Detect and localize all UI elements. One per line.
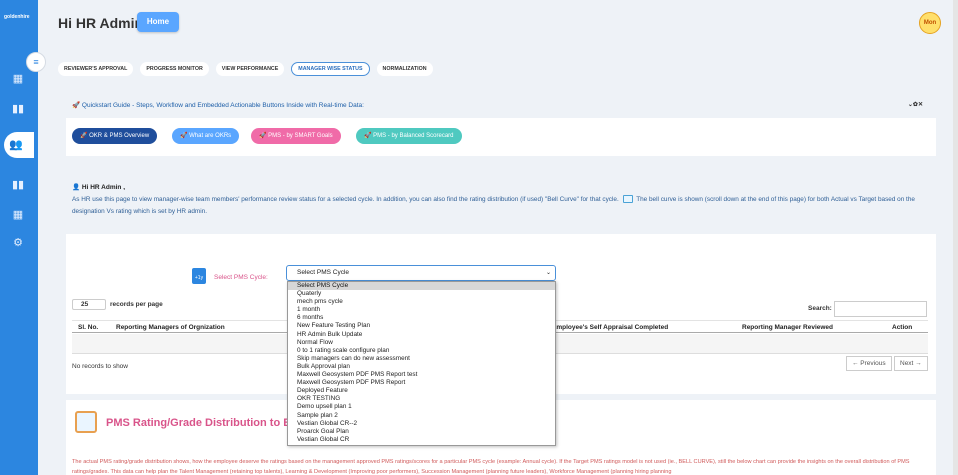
cycle-option[interactable]: HR Admin Bulk Update: [288, 331, 555, 339]
pms-smart-goals-button[interactable]: 🚀 PMS - by SMART Goals: [251, 128, 341, 144]
chart-icon: [75, 411, 97, 433]
greeting: 👤 Hi HR Admin ,: [72, 184, 125, 191]
col-reviewed[interactable]: Reporting Manager Reviewed: [742, 324, 833, 331]
distribution-description: The actual PMS rating/grade distribution…: [72, 459, 910, 475]
tab-view-performance[interactable]: VIEW PERFORMANCE: [215, 62, 285, 76]
quickstart-header: 🚀 Quickstart Guide - Steps, Workflow and…: [66, 95, 936, 115]
info-description: As HR use this page to view manager-wise…: [72, 195, 915, 215]
rocket-icon: 🚀: [72, 102, 82, 109]
app-logo: goldenhire: [4, 14, 30, 20]
search-label: Search:: [808, 305, 832, 312]
rocket-icon: 🚀: [259, 133, 269, 139]
quickstart-text: 🚀 Quickstart Guide - Steps, Workflow and…: [72, 102, 364, 109]
bell-curve-icon: [622, 195, 633, 204]
col-self-appraisal[interactable]: Employee's Self Appraisal Completed: [552, 324, 668, 331]
chevron-down-icon: ⌄: [545, 270, 551, 276]
cycle-option[interactable]: mech pms cycle: [288, 298, 555, 306]
cycle-label: Select PMS Cycle:: [214, 274, 268, 281]
previous-button[interactable]: ← Previous: [846, 356, 892, 371]
calendar-icon: +1y: [192, 268, 206, 284]
pms-cycle-select[interactable]: Select PMS Cycle ⌄: [286, 265, 556, 281]
distribution-title: PMS Rating/Grade Distribution to Emplo: [106, 417, 317, 429]
empty-message: No records to show: [72, 363, 128, 370]
expand-sidebar-button[interactable]: ≡: [26, 52, 46, 72]
col-sl-no[interactable]: Sl. No.: [78, 324, 98, 331]
info-panel: 👤 Hi HR Admin , As HR use this page to v…: [66, 176, 936, 228]
cycle-option[interactable]: Maxwell Geosystem PDF PMS Report test: [288, 371, 555, 379]
avatar[interactable]: Mon: [919, 12, 941, 34]
cycle-option[interactable]: 1 month: [288, 306, 555, 314]
dashboard-icon[interactable]: ▦: [9, 70, 27, 88]
team-icon: 👥: [9, 139, 23, 151]
panel-controls[interactable]: ⌄✿✕: [908, 101, 923, 108]
rocket-icon: 🚀: [80, 133, 90, 139]
pms-cycle-dropdown: Select PMS Cycle Quaterly mech pms cycle…: [287, 281, 556, 446]
settings-icon[interactable]: ⚙: [9, 234, 27, 252]
tab-bar: REVIEWER'S APPROVAL PROGRESS MONITOR VIE…: [58, 62, 433, 76]
cycle-option[interactable]: Quaterly: [288, 290, 555, 298]
col-action[interactable]: Action: [892, 324, 912, 331]
rocket-icon: 🚀: [180, 133, 190, 139]
cycle-option[interactable]: Skip managers can do new assessment: [288, 355, 555, 363]
cycle-option[interactable]: New Feature Testing Plan: [288, 322, 555, 330]
cycle-option[interactable]: OKR TESTING: [288, 395, 555, 403]
cycle-option[interactable]: 6 months: [288, 314, 555, 322]
home-button[interactable]: Home: [137, 12, 179, 32]
user-icon: 👤: [72, 184, 82, 191]
cycle-option[interactable]: Deployed Feature: [288, 387, 555, 395]
cycle-option[interactable]: Vestian Global CR: [288, 436, 555, 444]
report-icon[interactable]: ▦: [9, 206, 27, 224]
okr-pms-overview-button[interactable]: 🚀 OKR & PMS Overview: [72, 128, 158, 144]
cycle-option[interactable]: Proarck Goal Plan: [288, 428, 555, 436]
tab-progress-monitor[interactable]: PROGRESS MONITOR: [140, 62, 209, 76]
cycle-option[interactable]: Normal Flow: [288, 339, 555, 347]
tab-reviewers-approval[interactable]: REVIEWER'S APPROVAL: [58, 62, 134, 76]
tab-manager-wise-status[interactable]: MANAGER WISE STATUS: [291, 62, 370, 76]
col-managers[interactable]: Reporting Managers of Orgnization: [116, 324, 225, 331]
book-icon[interactable]: ▮▮: [9, 100, 27, 118]
what-are-okrs-button[interactable]: 🚀 What are OKRs: [172, 128, 240, 144]
rocket-icon: 🚀: [364, 133, 374, 139]
page-title: Hi HR Admin: [58, 15, 144, 31]
scrollbar[interactable]: [953, 0, 958, 475]
next-button[interactable]: Next →: [894, 356, 928, 371]
sidebar-item-team[interactable]: 👥: [4, 132, 34, 158]
search-input[interactable]: [834, 301, 927, 317]
cycle-option[interactable]: Sample plan 2: [288, 412, 555, 420]
records-per-page: 25 records per page: [72, 299, 163, 310]
page-size-select[interactable]: 25: [72, 299, 106, 310]
book-icon[interactable]: ▮▮: [9, 176, 27, 194]
cycle-option[interactable]: 0 to 1 rating scale configure plan: [288, 347, 555, 355]
tab-normalization[interactable]: NORMALIZATION: [376, 62, 433, 76]
cycle-option[interactable]: Demo upsell plan 1: [288, 403, 555, 411]
pms-balanced-scorecard-button[interactable]: 🚀 PMS - by Balanced Scorecard: [356, 128, 462, 144]
cycle-option[interactable]: Vestian Global CR--2: [288, 420, 555, 428]
cycle-option[interactable]: Maxwell Geosystem PDF PMS Report: [288, 379, 555, 387]
quickstart-pills: 🚀 OKR & PMS Overview 🚀 What are OKRs 🚀 P…: [66, 118, 936, 156]
cycle-option[interactable]: Bulk Approval plan: [288, 363, 555, 371]
cycle-option[interactable]: Select PMS Cycle: [288, 282, 555, 291]
header: Hi HR Admin Home Mon: [38, 0, 958, 46]
